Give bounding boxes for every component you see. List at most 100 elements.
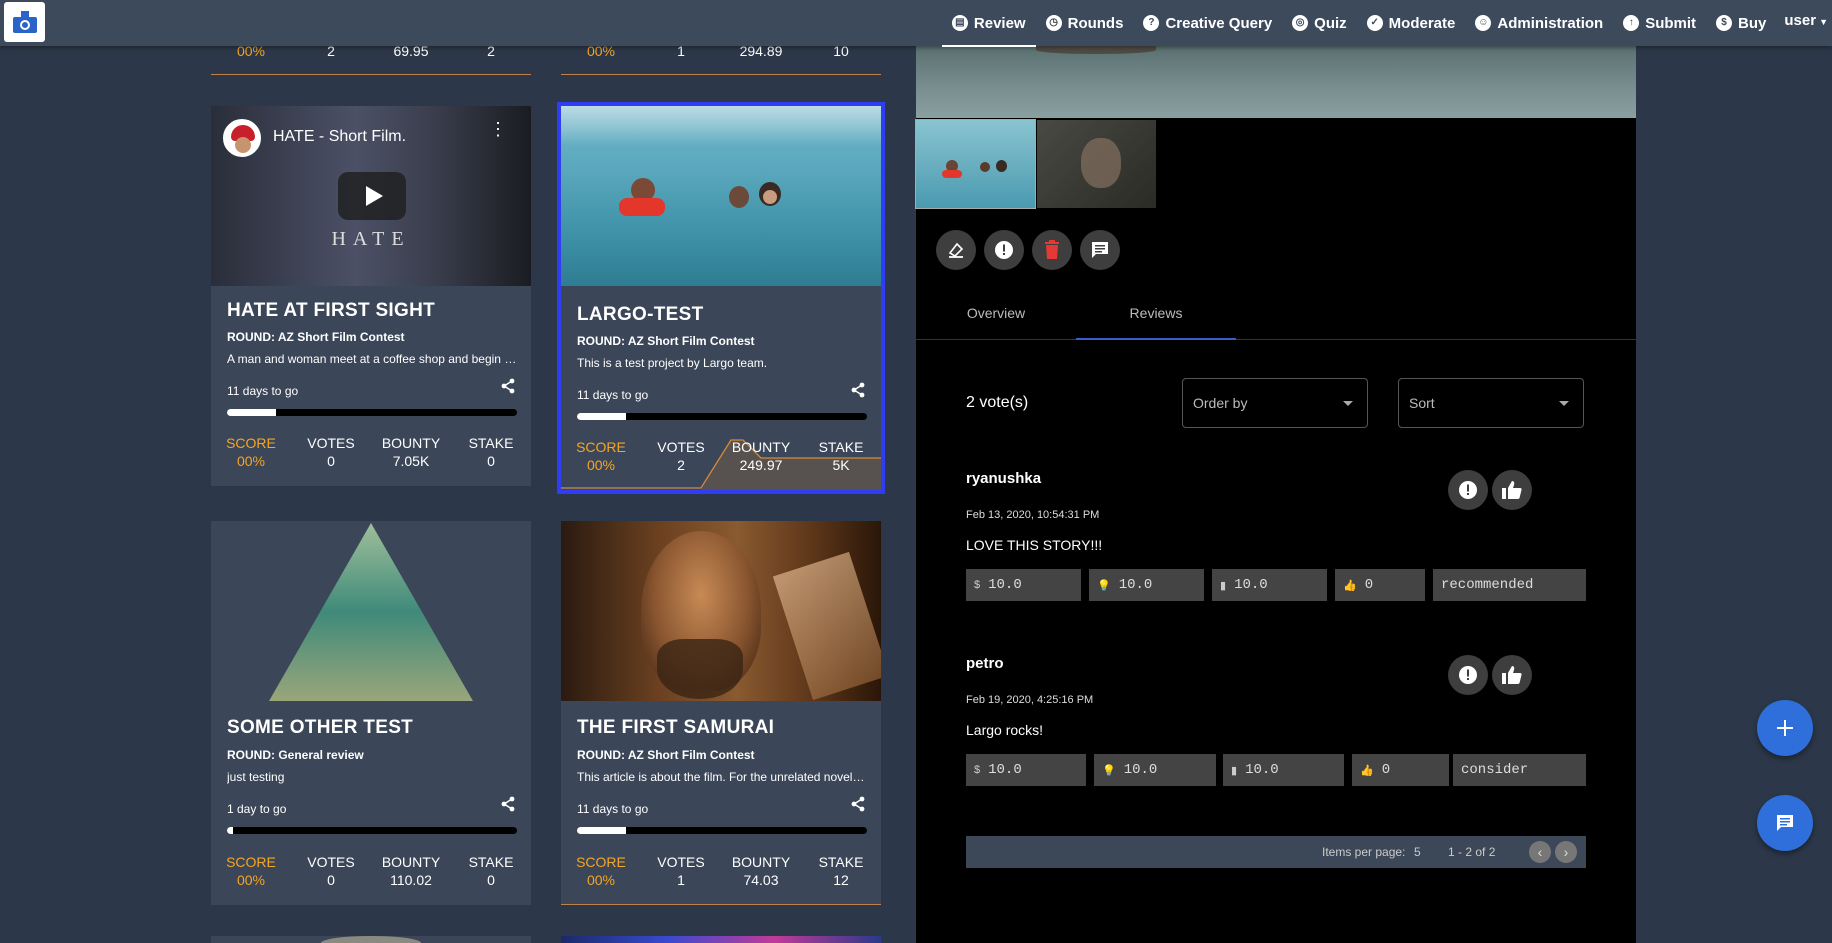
- plus-icon: [1777, 720, 1793, 736]
- project-card[interactable]: THE FIRST SAMURAI ROUND: AZ Short Film C…: [561, 521, 881, 905]
- nav-review[interactable]: ▤ Review: [941, 0, 1036, 47]
- tab-overview[interactable]: Overview: [916, 286, 1076, 339]
- like-review-button[interactable]: [1492, 470, 1532, 510]
- card-round: ROUND: AZ Short Film Contest: [577, 748, 755, 762]
- nav-administration[interactable]: ☺ Administration: [1465, 0, 1613, 46]
- review-score-field[interactable]: $10.0: [966, 569, 1081, 601]
- dropdown-arrow-icon: [1559, 401, 1569, 406]
- nav-administration-label: Administration: [1497, 14, 1604, 32]
- score-stat: SCORE 00%: [561, 853, 641, 889]
- project-card[interactable]: SOME OTHER TEST ROUND: General review ju…: [211, 521, 531, 905]
- video-overlay-text: HATE: [331, 228, 411, 250]
- nav-buy-label: Buy: [1738, 14, 1767, 32]
- votes-stat: VOTES 0: [291, 853, 371, 889]
- bounty-stat: BOUNTY 74.03: [721, 853, 801, 889]
- video-thumbnail[interactable]: HATE - Short Film. ⋮ HATE: [211, 106, 531, 286]
- trash-icon: [1045, 240, 1059, 259]
- order-by-select[interactable]: Order by: [1182, 378, 1368, 428]
- nav-creative-query[interactable]: ? Creative Query: [1133, 0, 1282, 46]
- edit-button[interactable]: [936, 230, 976, 270]
- review-quality-field[interactable]: ▮ 10.0: [1212, 569, 1327, 601]
- report-button[interactable]: [984, 230, 1024, 270]
- review-username[interactable]: petro: [966, 655, 1004, 672]
- progress-bar: [577, 413, 867, 420]
- share-icon[interactable]: [501, 796, 515, 812]
- film-icon: ▮: [1220, 579, 1227, 592]
- more-vert-icon[interactable]: ⋮: [489, 120, 507, 138]
- sort-select[interactable]: Sort: [1398, 378, 1584, 428]
- project-image: [211, 521, 531, 701]
- field-value: consider: [1461, 762, 1529, 778]
- project-card-partial[interactable]: [561, 936, 881, 943]
- stake-stat: STAKE 0: [451, 434, 531, 470]
- media-thumbnail[interactable]: [915, 119, 1036, 209]
- nav-moderate-label: Moderate: [1388, 14, 1456, 32]
- card-title[interactable]: HATE AT FIRST SIGHT: [227, 300, 435, 322]
- project-image: [561, 521, 881, 701]
- card-stats: SCORE 00% VOTES 0 BOUNTY 110.02 STAKE 0: [211, 853, 531, 889]
- nav-buy[interactable]: $ Buy: [1706, 0, 1776, 46]
- submit-icon: ↑: [1623, 15, 1640, 31]
- app-logo[interactable]: [4, 2, 45, 42]
- dropdown-arrow-icon: [1343, 401, 1353, 406]
- eraser-icon: [948, 242, 964, 258]
- review-likes-field[interactable]: 👍 0: [1352, 754, 1449, 786]
- top-navbar: ▤ Review ◷ Rounds ? Creative Query ◎ Quiz ✓ M…: [0, 0, 1832, 47]
- card-round: ROUND: AZ Short Film Contest: [227, 330, 405, 344]
- project-card-partial[interactable]: [211, 936, 531, 943]
- nav-submit[interactable]: ↑ Submit: [1613, 0, 1706, 46]
- project-card-selected[interactable]: LARGO-TEST ROUND: AZ Short Film Contest …: [557, 102, 885, 494]
- tab-reviews[interactable]: Reviews: [1076, 286, 1236, 340]
- review-likes-field[interactable]: 👍 0: [1335, 569, 1425, 601]
- media-thumbnail[interactable]: [1037, 120, 1156, 208]
- review-text: Largo rocks!: [966, 722, 1044, 738]
- card-title[interactable]: SOME OTHER TEST: [227, 717, 413, 739]
- nav-moderate[interactable]: ✓ Moderate: [1357, 0, 1466, 46]
- play-button[interactable]: [338, 172, 406, 220]
- votes-stat: VOTES 1: [641, 853, 721, 889]
- main-media-image[interactable]: [916, 46, 1636, 118]
- chat-fab-button[interactable]: [1757, 795, 1813, 851]
- detail-tabs: Overview Reviews: [916, 286, 1636, 340]
- review-verdict-field[interactable]: consider: [1453, 754, 1586, 786]
- share-icon[interactable]: [501, 378, 515, 394]
- card-title[interactable]: LARGO-TEST: [577, 304, 704, 326]
- delete-button[interactable]: [1032, 230, 1072, 270]
- card-title[interactable]: THE FIRST SAMURAI: [577, 717, 774, 739]
- field-value: 10.0: [1118, 577, 1153, 593]
- field-value: 0: [1381, 762, 1391, 778]
- review-username[interactable]: ryanushka: [966, 470, 1041, 487]
- bounty-label: BOUNTY: [381, 854, 441, 870]
- bounty-stat: BOUNTY 110.02: [371, 853, 451, 889]
- review-idea-field[interactable]: 💡 10.0: [1089, 569, 1204, 601]
- next-page-button[interactable]: ›: [1555, 841, 1577, 863]
- field-value: recommended: [1441, 577, 1534, 593]
- like-review-button[interactable]: [1492, 655, 1532, 695]
- items-per-page-select[interactable]: 5: [1414, 845, 1421, 859]
- stake-stat: STAKE 0: [451, 853, 531, 889]
- project-card[interactable]: HATE - Short Film. ⋮ HATE HATE AT FIRST …: [211, 106, 531, 486]
- review-score-field[interactable]: $10.0: [966, 754, 1086, 786]
- user-menu[interactable]: user ▼: [1776, 0, 1832, 46]
- share-icon[interactable]: [851, 382, 865, 398]
- nav-rounds[interactable]: ◷ Rounds: [1036, 0, 1134, 46]
- project-detail-panel: Overview Reviews 2 vote(s) Order by Sort…: [915, 46, 1636, 943]
- add-fab-button[interactable]: [1757, 700, 1813, 756]
- share-icon[interactable]: [851, 796, 865, 812]
- review-idea-field[interactable]: 💡 10.0: [1094, 754, 1216, 786]
- progress-bar: [227, 827, 517, 834]
- comments-button[interactable]: [1080, 230, 1120, 270]
- progress-fill: [227, 409, 277, 416]
- votes-label: VOTES: [657, 854, 705, 870]
- days-remaining: 11 days to go: [227, 384, 299, 398]
- report-review-button[interactable]: [1448, 655, 1488, 695]
- nav-quiz[interactable]: ◎ Quiz: [1282, 0, 1357, 46]
- divider: [211, 74, 531, 75]
- bounty-value: 110.02: [390, 872, 432, 888]
- review-quality-field[interactable]: ▮ 10.0: [1223, 754, 1344, 786]
- review-verdict-field[interactable]: recommended: [1433, 569, 1586, 601]
- report-review-button[interactable]: [1448, 470, 1488, 510]
- previous-page-button[interactable]: ‹: [1529, 841, 1551, 863]
- creative-query-icon: ?: [1143, 15, 1160, 31]
- stake-value: 5K: [832, 457, 850, 473]
